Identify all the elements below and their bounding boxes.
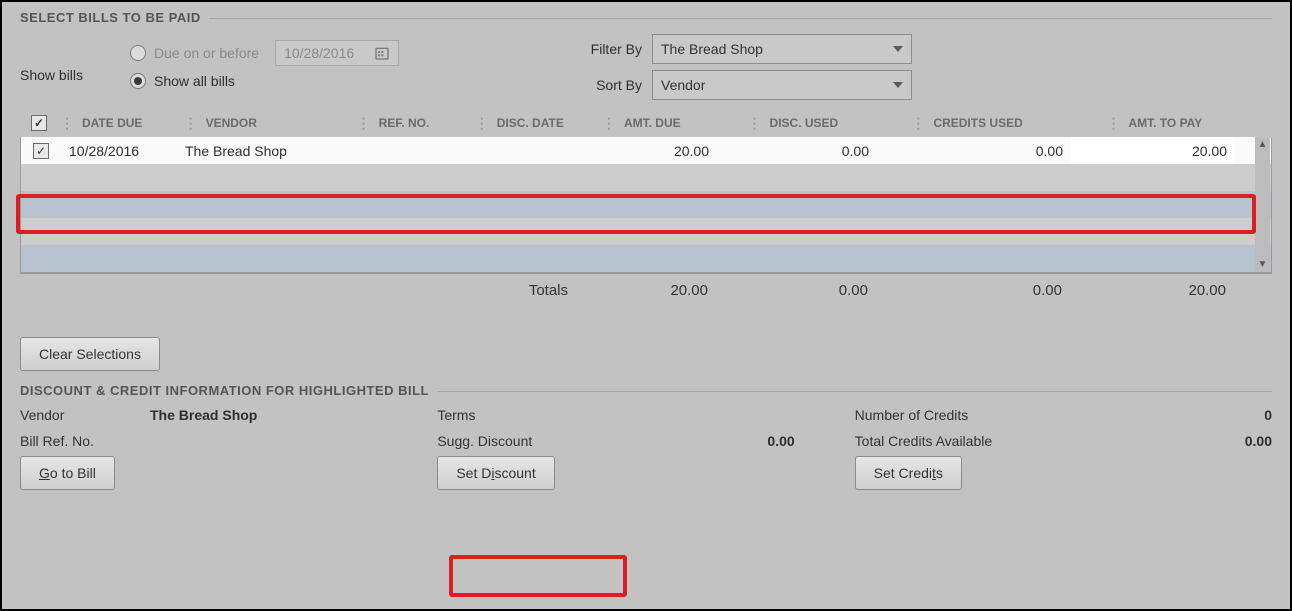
info-bill-ref-label: Bill Ref. No. xyxy=(20,433,150,449)
cell-amt-to-pay[interactable]: 20.00 xyxy=(1071,137,1235,164)
info-num-credits-label: Number of Credits xyxy=(855,407,1055,423)
table-header: ✓ ⋮ DATE DUE ⋮ VENDOR ⋮ REF. NO. ⋮ DISC.… xyxy=(20,109,1272,137)
show-bills-label: Show bills xyxy=(20,51,120,83)
col-vendor[interactable]: VENDOR xyxy=(198,109,355,137)
col-disc-date[interactable]: DISC. DATE xyxy=(489,109,600,137)
col-amt-due[interactable]: AMT. DUE xyxy=(616,109,746,137)
info-vendor-label: Vendor xyxy=(20,407,150,423)
cell-disc-used: 0.00 xyxy=(717,137,877,164)
info-sugg-discount-value: 0.00 xyxy=(767,433,794,449)
radio-show-all[interactable] xyxy=(130,73,146,89)
table-scrollbar[interactable]: ▲ ▼ xyxy=(1255,137,1270,272)
chevron-down-icon xyxy=(893,82,903,88)
filter-by-dropdown[interactable]: The Bread Shop xyxy=(652,34,912,64)
section-title-select-bills: SELECT BILLS TO BE PAID xyxy=(20,10,1272,27)
info-total-credits-value: 0.00 xyxy=(1245,433,1272,449)
clear-selections-button[interactable]: Clear Selections xyxy=(20,337,160,371)
radio-due-on-before[interactable] xyxy=(130,45,146,61)
sort-by-label: Sort By xyxy=(596,77,642,93)
cell-date-due: 10/28/2016 xyxy=(61,137,177,164)
radio-due-label: Due on or before xyxy=(154,45,259,61)
total-amt-due: 20.00 xyxy=(576,274,716,307)
total-credits-used: 0.00 xyxy=(876,274,1070,307)
total-disc-used: 0.00 xyxy=(716,274,876,307)
cell-ref-no xyxy=(347,137,457,164)
col-disc-used[interactable]: DISC. USED xyxy=(762,109,910,137)
info-num-credits-value: 0 xyxy=(1264,407,1272,423)
highlight-annotation-button xyxy=(449,555,627,597)
select-all-checkbox[interactable]: ✓ xyxy=(31,115,47,131)
filter-by-label: Filter By xyxy=(591,41,642,57)
col-ref-no[interactable]: REF. NO. xyxy=(371,109,473,137)
calendar-icon xyxy=(374,45,390,61)
cell-vendor: The Bread Shop xyxy=(177,137,347,164)
cell-disc-date xyxy=(457,137,577,164)
table-row[interactable]: ✓ 10/28/2016 The Bread Shop 20.00 0.00 0… xyxy=(21,137,1271,164)
table-row-empty xyxy=(21,191,1271,218)
scroll-down-icon[interactable]: ▼ xyxy=(1255,257,1270,272)
total-amt-to-pay: 20.00 xyxy=(1070,274,1234,307)
set-discount-button[interactable]: Set Discount xyxy=(437,456,554,490)
totals-row: Totals 20.00 0.00 0.00 20.00 xyxy=(20,273,1272,307)
go-to-bill-button[interactable]: Go to Bill xyxy=(20,456,115,490)
info-sugg-discount-label: Sugg. Discount xyxy=(437,433,597,449)
table-row-empty xyxy=(21,218,1271,245)
info-total-credits-label: Total Credits Available xyxy=(855,433,1055,449)
table-row-empty xyxy=(21,245,1271,272)
section-title-discount-info: DISCOUNT & CREDIT INFORMATION FOR HIGHLI… xyxy=(20,383,1272,400)
info-terms-label: Terms xyxy=(437,407,567,423)
col-amt-to-pay[interactable]: AMT. TO PAY xyxy=(1120,109,1272,137)
info-vendor-value: The Bread Shop xyxy=(150,407,257,423)
col-date-due[interactable]: DATE DUE xyxy=(74,109,182,137)
totals-label: Totals xyxy=(456,274,576,307)
set-credits-button[interactable]: Set Credits xyxy=(855,456,962,490)
row-checkbox[interactable]: ✓ xyxy=(33,143,49,159)
chevron-down-icon xyxy=(893,46,903,52)
date-due-before-field: 10/28/2016 xyxy=(275,40,399,66)
scroll-up-icon[interactable]: ▲ xyxy=(1255,137,1270,152)
cell-credits-used: 0.00 xyxy=(877,137,1071,164)
radio-all-label: Show all bills xyxy=(154,73,235,89)
cell-amt-due: 20.00 xyxy=(577,137,717,164)
sort-by-dropdown[interactable]: Vendor xyxy=(652,70,912,100)
col-credits-used[interactable]: CREDITS USED xyxy=(925,109,1104,137)
table-row-empty xyxy=(21,164,1271,191)
